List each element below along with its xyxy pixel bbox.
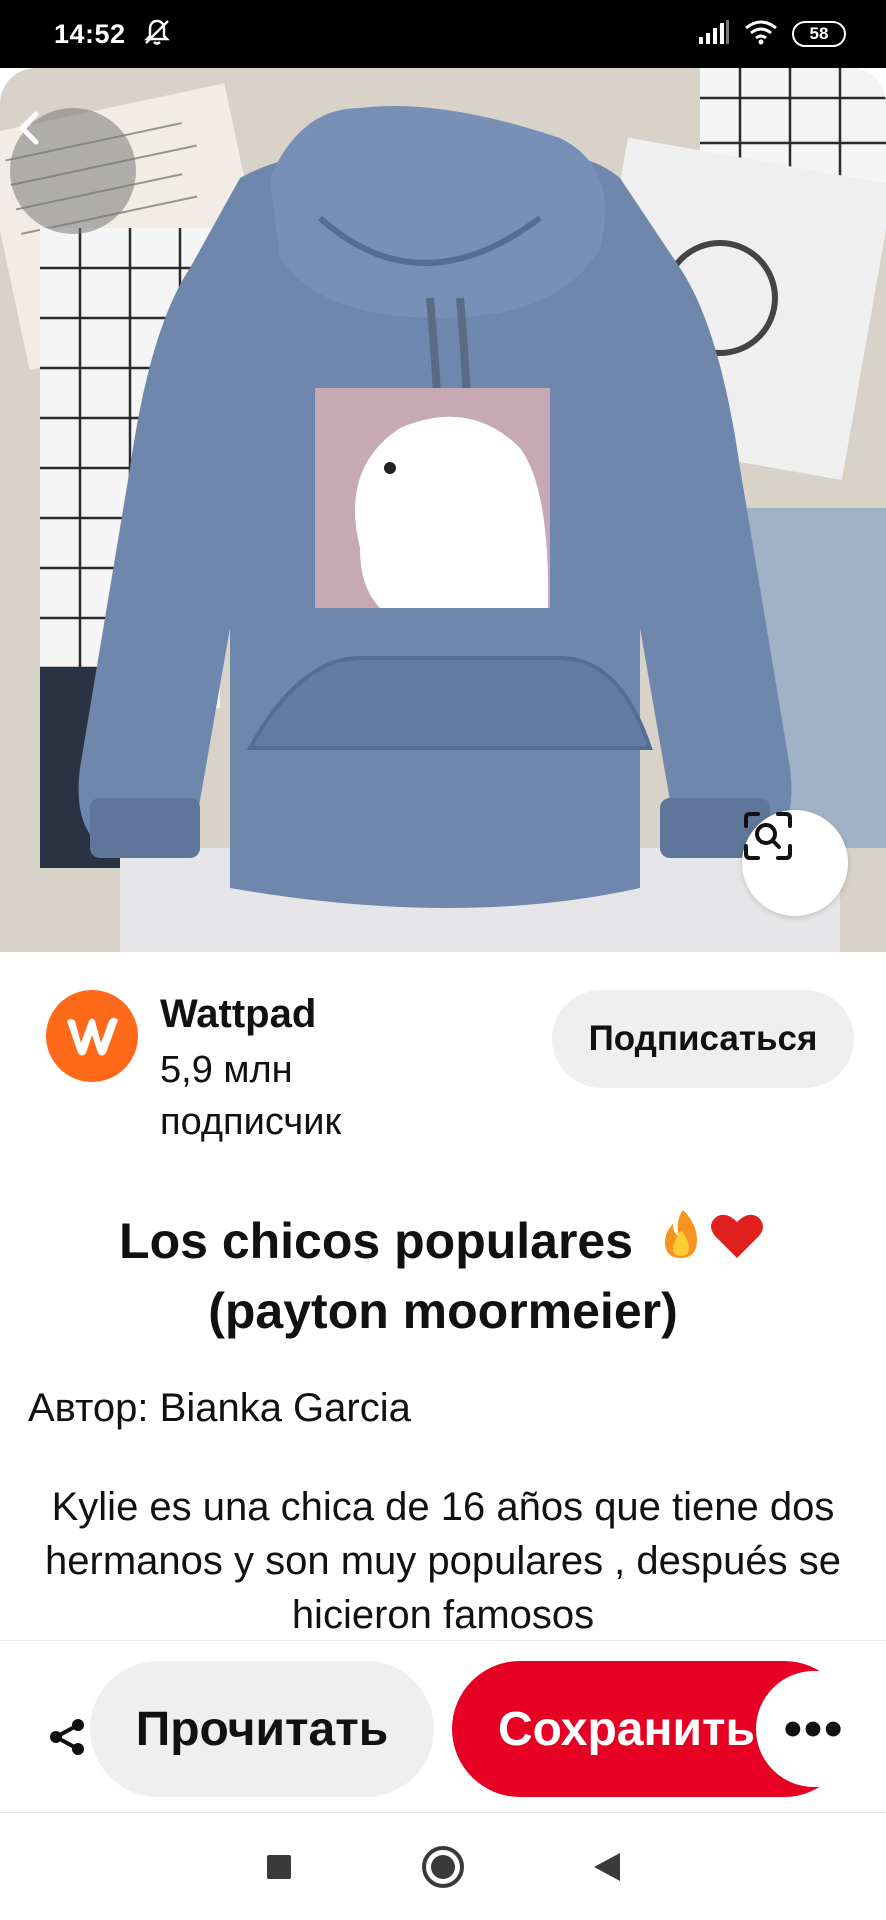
system-nav-bar [0,1812,886,1920]
pin-author: Автор: Bianka Garcia [28,1386,411,1430]
screen: 14:52 58 Wattpad 5,9 млн подписчик Подпи… [0,0,886,1920]
creator-row: Wattpad 5,9 млн подписчик Подписаться [46,990,854,1150]
status-bar: 14:52 58 [0,0,886,68]
status-right: 58 [698,19,846,50]
wifi-icon [744,19,778,50]
pin-title: Los chicos populares (payton moormeier) [60,1206,826,1344]
visual-search-icon [744,812,792,860]
pin-image[interactable] [0,68,886,952]
status-left: 14:52 [54,17,172,52]
home-circle-icon[interactable] [415,1839,471,1895]
more-options-button[interactable]: ••• [756,1671,872,1787]
wattpad-logo-icon [67,1017,118,1056]
creator-followers: 5,9 млн подписчик [160,1049,342,1143]
visual-search-button[interactable] [742,810,848,916]
fire-heart-emoji-icon [657,1206,767,1278]
read-button[interactable]: Прочитать [90,1661,434,1797]
back-button[interactable] [10,108,136,234]
signal-icon [698,19,730,50]
follow-button[interactable]: Подписаться [552,990,854,1088]
creator-name[interactable]: Wattpad [160,992,316,1037]
action-bar: Прочитать Сохранить ••• [0,1640,886,1812]
battery-icon: 58 [792,21,846,47]
mute-bell-icon [142,17,172,52]
back-chevron-icon [19,111,39,145]
status-time: 14:52 [54,18,126,49]
wattpad-avatar[interactable] [46,990,138,1082]
recents-square-icon[interactable] [251,1839,307,1895]
share-icon[interactable] [48,1717,88,1762]
back-triangle-icon[interactable] [579,1839,635,1895]
pin-description: Kylie es una chica de 16 años que tiene … [45,1485,841,1637]
pin-title-sub: (payton moormeier) [208,1283,678,1339]
pin-title-main: Los chicos populares [119,1213,634,1269]
